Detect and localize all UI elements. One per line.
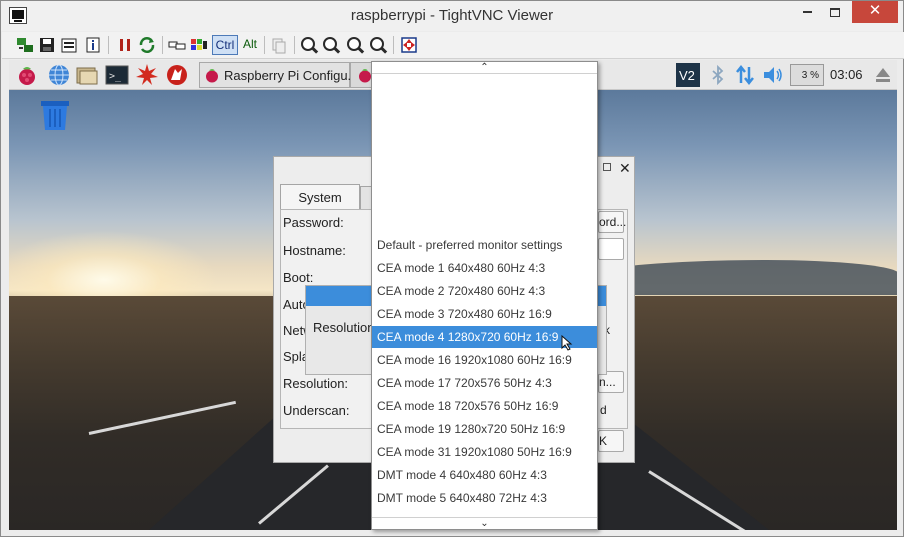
mathematica-icon[interactable] xyxy=(135,63,159,87)
window-title: raspberrypi - TightVNC Viewer xyxy=(350,7,554,24)
resolution-dialog-label: Resolution: xyxy=(313,320,379,335)
send-ctrl-esc-icon[interactable] xyxy=(190,36,208,54)
minimize-icon xyxy=(802,11,812,14)
change-password-button[interactable]: ord... xyxy=(598,211,626,233)
pause-icon[interactable] xyxy=(116,36,134,54)
tightvnc-window: raspberrypi - TightVNC Viewer ✕ Ctrl Alt xyxy=(0,0,904,537)
network-icon[interactable] xyxy=(733,63,757,87)
new-connection-icon[interactable] xyxy=(16,36,34,54)
bluetooth-icon[interactable] xyxy=(706,63,730,87)
web-browser-icon[interactable] xyxy=(47,63,71,87)
clock[interactable]: 03:06 xyxy=(830,67,863,82)
dropdown-option[interactable]: CEA mode 2 720x480 60Hz 4:3 xyxy=(372,280,597,302)
ctrl-lock-button[interactable]: Ctrl xyxy=(212,35,238,55)
zoom-fit-icon[interactable] xyxy=(369,36,388,54)
zoom-out-icon[interactable] xyxy=(322,36,341,54)
cpu-monitor[interactable]: 3 % xyxy=(790,64,824,86)
dropdown-option[interactable]: CEA mode 16 1920x1080 60Hz 16:9 xyxy=(372,349,597,371)
tab-system[interactable]: System xyxy=(280,184,360,210)
password-label: Password: xyxy=(283,215,344,230)
fullscreen-icon[interactable] xyxy=(400,36,418,54)
minimize-button[interactable] xyxy=(793,1,821,23)
boot-label: Boot: xyxy=(283,270,314,285)
hostname-field[interactable] xyxy=(598,238,624,260)
svg-text:>_: >_ xyxy=(109,71,122,82)
ok-button[interactable]: K xyxy=(598,430,624,452)
dropdown-option[interactable]: CEA mode 18 720x576 50Hz 16:9 xyxy=(372,395,597,417)
clipboard-icon[interactable] xyxy=(270,36,288,54)
underscan-label: Underscan: xyxy=(283,403,350,418)
close-button[interactable]: ✕ xyxy=(852,1,898,23)
dropdown-option[interactable]: DMT mode 4 640x480 60Hz 4:3 xyxy=(372,464,597,486)
options-icon[interactable] xyxy=(60,36,78,54)
taskbar-raspberry-pi-config[interactable]: Raspberry Pi Configu... xyxy=(199,62,358,88)
terminal-icon[interactable]: >_ xyxy=(105,63,129,87)
hostname-label: Hostname: xyxy=(283,243,346,258)
file-manager-icon[interactable] xyxy=(75,63,99,87)
refresh-icon[interactable] xyxy=(138,36,156,54)
title-bar: raspberrypi - TightVNC Viewer ✕ xyxy=(1,1,903,31)
save-icon[interactable] xyxy=(38,36,56,54)
eject-icon[interactable] xyxy=(871,63,895,87)
info-icon[interactable] xyxy=(84,36,102,54)
wolfram-icon[interactable] xyxy=(165,63,189,87)
vnc-toolbar: Ctrl Alt xyxy=(2,32,904,59)
underscan-fragment: d xyxy=(600,403,607,417)
mouse-cursor-icon xyxy=(561,335,573,351)
zoom-in-icon[interactable] xyxy=(300,36,319,54)
svg-text:V2: V2 xyxy=(679,68,695,83)
maximize-icon[interactable] xyxy=(603,163,611,171)
dropdown-option[interactable]: DMT mode 5 640x480 72Hz 4:3 xyxy=(372,487,597,509)
alt-lock-button[interactable]: Alt xyxy=(240,35,260,55)
dropdown-option[interactable]: CEA mode 31 1920x1080 50Hz 16:9 xyxy=(372,441,597,463)
dropdown-option[interactable]: Default - preferred monitor settings xyxy=(372,234,597,256)
send-cad-icon[interactable] xyxy=(168,36,186,54)
close-icon: ✕ xyxy=(868,2,882,19)
dropdown-option[interactable]: CEA mode 19 1280x720 50Hz 16:9 xyxy=(372,418,597,440)
raspberry-menu-icon[interactable] xyxy=(15,63,39,87)
resolution-label: Resolution: xyxy=(283,376,349,391)
raspberry-icon xyxy=(206,69,218,83)
volume-icon[interactable] xyxy=(761,63,785,87)
dropdown-option[interactable]: CEA mode 17 720x576 50Hz 4:3 xyxy=(372,372,597,394)
trash-icon[interactable] xyxy=(39,100,71,130)
scroll-up-icon[interactable]: ⌃ xyxy=(372,62,597,74)
dropdown-option[interactable]: CEA mode 1 640x480 60Hz 4:3 xyxy=(372,257,597,279)
scroll-down-icon[interactable]: ⌄ xyxy=(372,517,597,529)
resolution-dropdown[interactable]: ⌃ Default - preferred monitor settings C… xyxy=(371,61,598,530)
maximize-button[interactable] xyxy=(821,1,849,23)
maximize-icon xyxy=(830,7,840,17)
zoom-100-icon[interactable] xyxy=(346,36,365,54)
taskbar-label: Raspberry Pi Configu... xyxy=(224,68,359,83)
dialog-close-icon[interactable]: ✕ xyxy=(619,160,631,177)
vnc-server-icon[interactable]: V2 xyxy=(676,63,700,87)
dropdown-option[interactable]: CEA mode 3 720x480 60Hz 16:9 xyxy=(372,303,597,325)
